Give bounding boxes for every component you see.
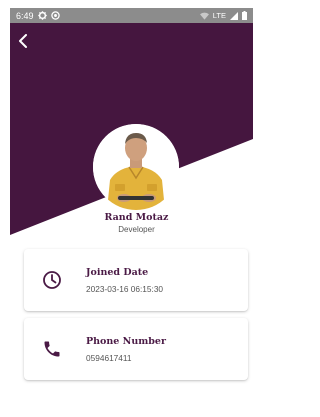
joined-date-value: 2023-03-16 06:15:30 (86, 284, 164, 294)
joined-date-card: Joined Date 2023-03-16 06:15:30 (24, 249, 248, 311)
back-button[interactable] (14, 32, 32, 50)
wifi-icon (199, 12, 209, 20)
settings-icon (37, 11, 47, 20)
phone-number-card: Phone Number 0594617411 (24, 318, 248, 380)
blocked-icon (50, 11, 60, 20)
network-type-label: LTE (212, 11, 226, 20)
back-chevron-icon (19, 34, 27, 48)
status-time: 6:49 (16, 10, 34, 21)
phone-number-title: Phone Number (86, 336, 166, 347)
battery-icon (242, 11, 247, 20)
phone-number-value: 0594617411 (86, 353, 132, 363)
status-bar-left: 6:49 (16, 11, 60, 21)
phone-icon (44, 341, 60, 357)
profile-photo (93, 124, 179, 210)
profile-name: Rand Motaz (104, 212, 169, 223)
profile-role: Developer (118, 225, 155, 234)
joined-date-title: Joined Date (86, 267, 149, 278)
signal-icon (230, 11, 238, 20)
status-bar-right: LTE (199, 11, 247, 20)
status-bar: 6:49 LTE (10, 8, 253, 23)
clock-icon (43, 271, 61, 289)
profile-avatar (93, 124, 179, 210)
